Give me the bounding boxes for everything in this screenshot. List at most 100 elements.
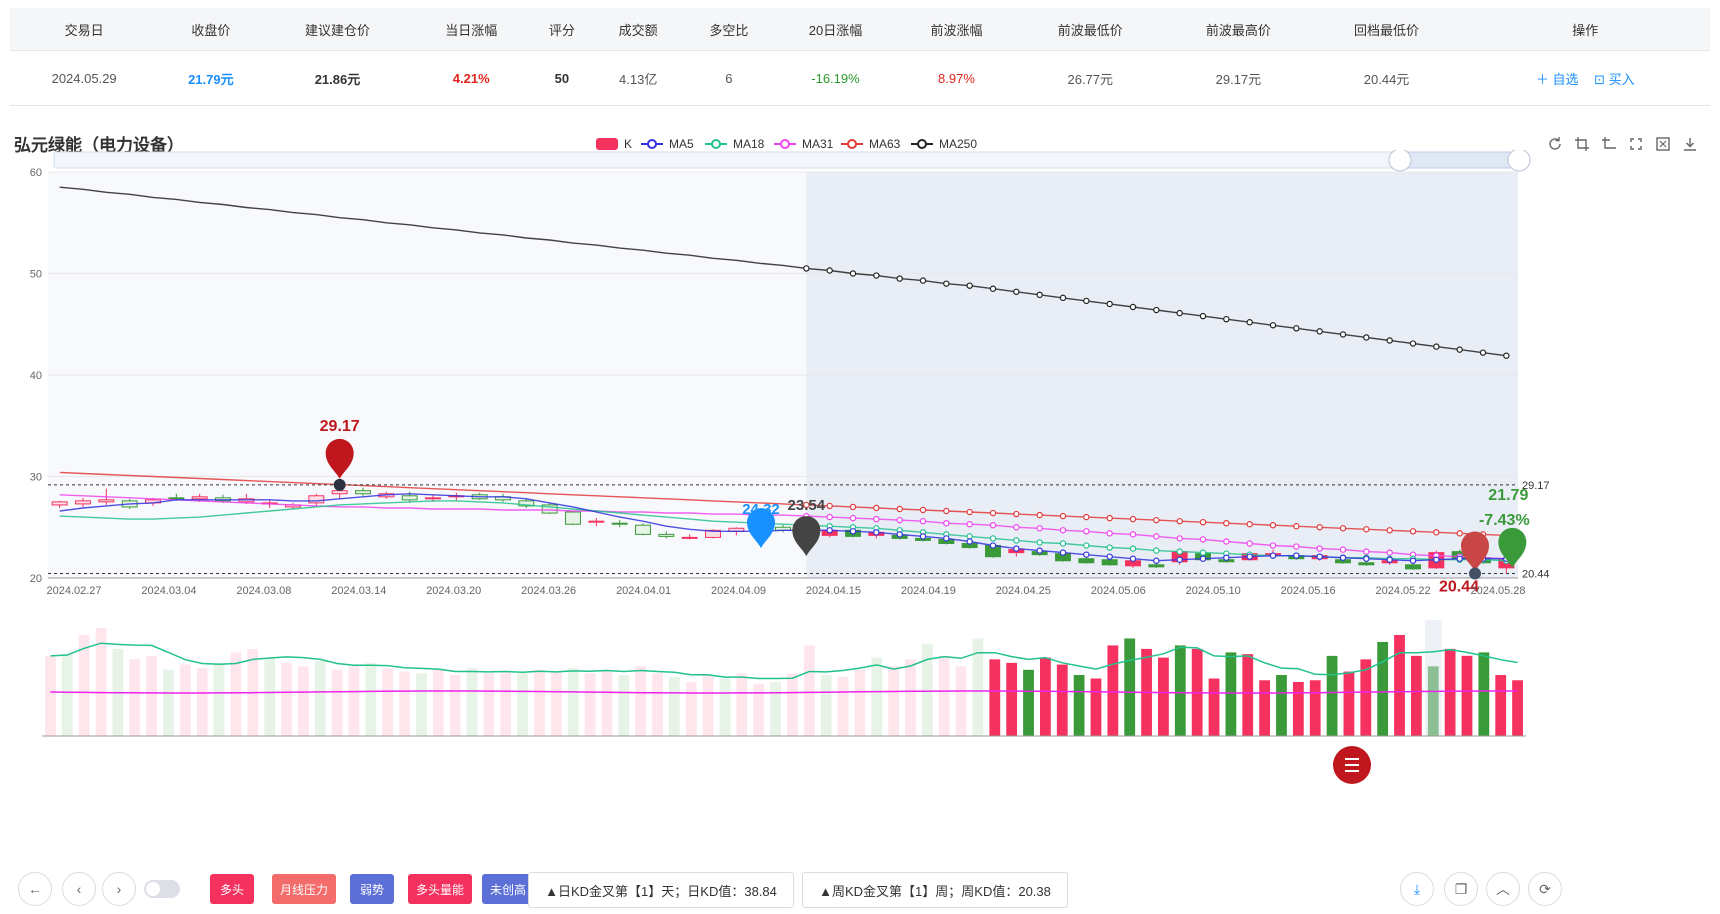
candle-body <box>658 533 675 537</box>
candle-body <box>331 490 348 495</box>
ma63-point <box>919 506 927 514</box>
legend-swatch-ma18 <box>705 139 727 149</box>
candle-body <box>1078 558 1095 564</box>
ma250-point <box>919 277 927 284</box>
ma5-point <box>1223 554 1230 561</box>
ma18-point <box>1106 544 1113 551</box>
kline-chart: 29.1720.44 29.1724.32 23.5420.4421.79-7.4… <box>30 150 1550 784</box>
ma63-point <box>896 505 903 513</box>
legend-label-ma250: MA250 <box>939 137 978 151</box>
ma5-point <box>1246 553 1253 560</box>
volume-bar <box>989 659 1001 736</box>
ma5-point <box>1339 554 1347 561</box>
scroll-top-button[interactable]: ︿ <box>1486 872 1520 906</box>
ma63-point <box>943 507 950 515</box>
ma250-point <box>1013 288 1020 295</box>
volume-bar <box>668 676 680 736</box>
prev-button[interactable]: ‹ <box>62 872 96 906</box>
x-tick-label: 2024.03.08 <box>236 585 291 597</box>
tag-bullish[interactable]: 多头 <box>210 874 254 904</box>
ma63-point <box>1013 510 1020 518</box>
tag-monthly-pressure[interactable]: 月线压力 <box>272 874 336 904</box>
volume-bar <box>820 675 832 736</box>
mode-toggle[interactable] <box>144 880 180 898</box>
table-row: 2024.05.29 21.79元 21.86元 4.21% 50 4.13亿 … <box>10 50 1710 106</box>
header-daily-change: 当日涨幅 <box>411 8 531 51</box>
x-tick-label: 2024.04.19 <box>901 585 956 597</box>
ma5-point <box>826 527 833 534</box>
ma31-point <box>826 513 833 521</box>
tag-no-new-high[interactable]: 未创高 <box>482 874 534 904</box>
ma250-point <box>803 265 810 272</box>
volume-bar <box>365 662 377 736</box>
volume-bar <box>348 666 360 736</box>
volume-bar <box>567 668 579 736</box>
toggle-knob <box>146 882 160 896</box>
add-watchlist-link[interactable]: ＋ 自选 <box>1536 72 1579 87</box>
ma63-point <box>1199 518 1207 526</box>
ma250-point <box>1409 340 1417 347</box>
ma31-point <box>1036 525 1043 532</box>
ma18-point <box>989 535 997 542</box>
volume-bar <box>1410 655 1422 736</box>
ma63-point <box>849 503 857 511</box>
tag-bullish-volume[interactable]: 多头量能 <box>408 874 472 904</box>
ma63-point <box>1293 523 1300 530</box>
ma250-point <box>1059 294 1067 302</box>
volume-bar <box>1309 680 1321 736</box>
ma31-point <box>1269 542 1277 549</box>
header-pullback-low: 回档最低价 <box>1312 8 1461 51</box>
candle-body <box>401 495 418 501</box>
ma18-point <box>1036 539 1043 546</box>
tag-weak[interactable]: 弱势 <box>350 874 394 904</box>
y-tick-label: 20 <box>30 573 42 585</box>
ma31-point <box>1176 535 1183 542</box>
volume-bar <box>719 678 731 736</box>
ma5-point <box>1106 553 1113 560</box>
ma5-point <box>1036 547 1043 554</box>
volume-bar <box>1394 634 1405 736</box>
volume-bar <box>1124 638 1136 736</box>
ma63-point <box>1083 513 1090 521</box>
ma31-point <box>896 516 903 524</box>
ma5-point <box>896 531 903 538</box>
back-button[interactable]: ← <box>18 872 52 906</box>
volume-bar <box>466 668 478 736</box>
volume-bar <box>449 675 461 736</box>
ma31-point <box>1339 546 1347 553</box>
ma5-point <box>966 538 973 545</box>
volume-bar <box>416 673 427 736</box>
ma31-point <box>989 522 997 529</box>
ma5-point <box>1456 555 1463 562</box>
ma31-point <box>849 514 857 522</box>
ma250-point <box>1479 349 1487 356</box>
legend-label-ma63: MA63 <box>869 137 901 151</box>
download-button[interactable]: ⤓ <box>1400 872 1434 906</box>
ma250-point <box>966 282 973 289</box>
ma18-point <box>1199 549 1207 556</box>
copy-button[interactable]: ❐ <box>1444 872 1478 906</box>
ma5-point <box>1013 545 1020 552</box>
buy-link[interactable]: ⊡ 买入 <box>1594 72 1635 87</box>
next-button[interactable]: › <box>102 872 136 906</box>
volume-bar <box>1259 680 1271 736</box>
ma250-point <box>1386 337 1393 344</box>
volume-bar <box>517 673 529 736</box>
ma31-point <box>1316 545 1323 552</box>
header-date: 交易日 <box>10 8 159 51</box>
high-pin-label: 29.17 <box>320 418 360 435</box>
volume-bar <box>500 671 512 736</box>
legend-label-k: K <box>624 137 633 151</box>
candle-body <box>168 497 185 500</box>
ma5-point <box>1269 552 1277 559</box>
x-tick-label: 2024.05.22 <box>1376 585 1431 597</box>
ma250-point <box>1269 322 1277 329</box>
blue-pin-label: 24.32 <box>742 501 780 518</box>
volume-bar <box>129 659 141 736</box>
candle-body <box>75 500 91 505</box>
volume-bar <box>905 659 916 736</box>
refresh-button[interactable]: ⟳ <box>1528 872 1562 906</box>
ma250-point <box>1433 343 1440 350</box>
x-tick-label: 2024.03.14 <box>331 585 386 597</box>
legend-swatch-ma5 <box>641 139 663 149</box>
